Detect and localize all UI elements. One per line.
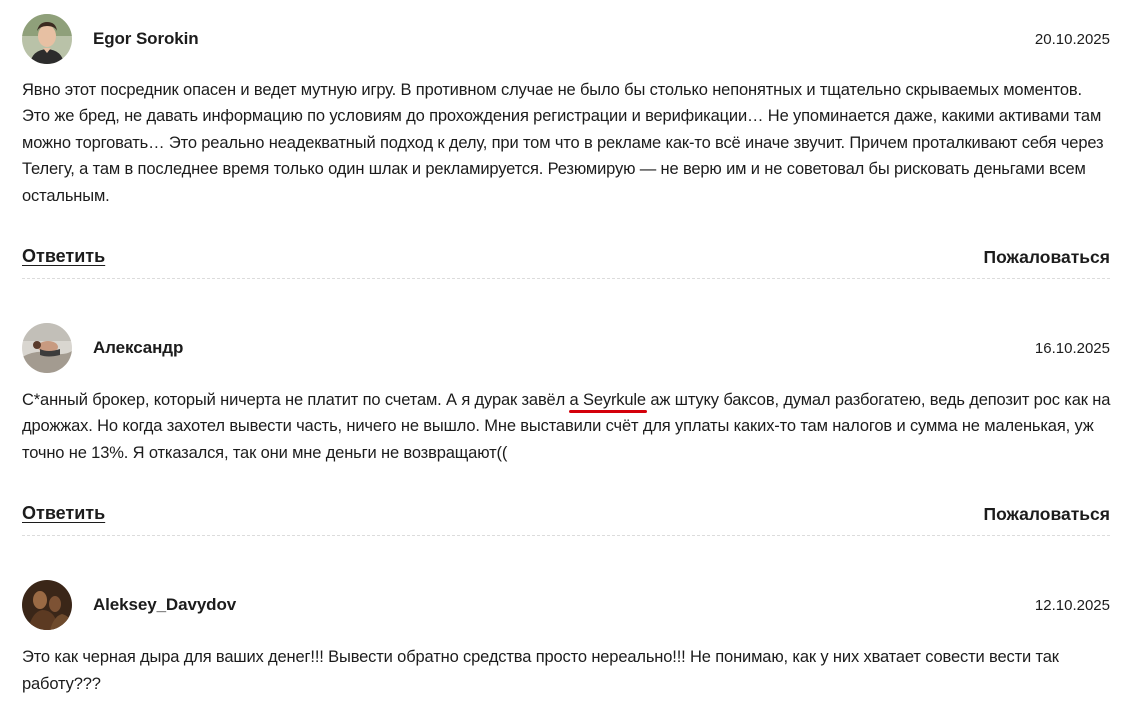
- comment-date: 20.10.2025: [1034, 31, 1110, 48]
- comment-text: Явно этот посредник опасен и ведет мутну…: [22, 81, 1104, 205]
- comment-header: Aleksey_Davydov 12.10.2025: [22, 580, 1110, 631]
- comment-header: Александр 16.10.2025: [22, 323, 1110, 374]
- comment-author: Александр: [93, 338, 184, 358]
- broker-mention: а Seyrkule: [568, 391, 647, 414]
- comment-date: 16.10.2025: [1034, 340, 1110, 358]
- report-button[interactable]: Пожаловаться: [984, 504, 1111, 525]
- avatar: [22, 14, 72, 64]
- comment: Александр 16.10.2025 С*анный брокер, кот…: [22, 323, 1112, 537]
- avatar: [22, 323, 72, 374]
- comment: Egor Sorokin 20.10.2025 Явно этот посред…: [22, 14, 1110, 280]
- comment-actions: Ответить Пожаловаться: [22, 503, 1110, 543]
- report-button[interactable]: Пожаловаться: [984, 247, 1111, 268]
- user-photo-avatar-icon: [22, 14, 72, 64]
- user-photo-avatar-icon: [22, 323, 72, 374]
- broker-mention-text: а Seyrkule: [569, 391, 647, 410]
- comment-text: Это как черная дыра для ваших денег!!! В…: [22, 648, 1059, 693]
- comment-author: Aleksey_Davydov: [93, 595, 237, 615]
- user-photo-avatar-icon: [22, 580, 72, 631]
- avatar: [22, 580, 72, 631]
- reply-link[interactable]: Ответить: [22, 503, 105, 524]
- comment-actions: Ответить Пожаловаться: [22, 246, 1110, 286]
- comment-date: 12.10.2025: [1034, 597, 1110, 615]
- comment-author: Egor Sorokin: [93, 29, 199, 48]
- comment-header: Egor Sorokin 20.10.2025: [22, 14, 1110, 64]
- comment: Aleksey_Davydov 12.10.2025 Это как черна…: [22, 580, 1110, 697]
- comment-text: С*анный брокер, который ничерта не плати…: [22, 387, 1112, 466]
- comment-text-before: С*анный брокер, который ничерта не плати…: [22, 391, 570, 410]
- comments-list: Egor Sorokin 20.10.2025 Явно этот посред…: [22, 14, 1110, 697]
- mention-underline: [568, 410, 647, 414]
- reply-link[interactable]: Ответить: [22, 246, 105, 267]
